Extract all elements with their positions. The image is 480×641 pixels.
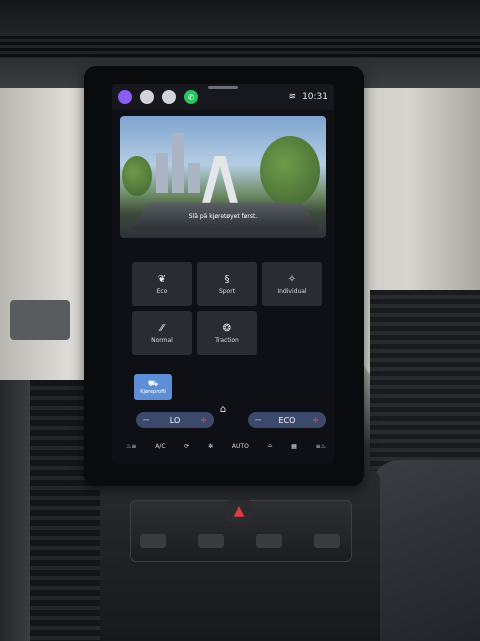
infotainment-screen: ✆ ≋ 10:31 Slå på kjøretøyet først. ❦ Eco <box>112 84 334 464</box>
temp-increase-button[interactable]: + <box>312 415 320 426</box>
drive-mode-label: Normal <box>151 336 173 344</box>
pedal <box>10 300 70 340</box>
driver-leg <box>0 380 30 641</box>
temp-decrease-button[interactable]: − <box>254 415 262 426</box>
clock: 10:31 <box>302 92 328 102</box>
pull-down-handle[interactable] <box>208 86 238 89</box>
building <box>156 153 168 193</box>
fan-icon[interactable]: ✻ <box>208 443 213 450</box>
profile-app-icon[interactable] <box>118 90 132 104</box>
drive-mode-traction[interactable]: ❂ Traction <box>197 311 257 355</box>
passenger-seat <box>370 460 480 641</box>
status-right: ≋ 10:31 <box>289 92 328 102</box>
recirculation-icon[interactable]: ⟳ <box>184 443 189 450</box>
hero-caption: Slå på kjøretøyet først. <box>188 213 258 220</box>
vent-slats <box>0 36 480 58</box>
console-switch-2[interactable] <box>198 534 224 548</box>
drive-mode-label: Traction <box>215 336 239 344</box>
phone-app-icon[interactable]: ✆ <box>184 90 198 104</box>
ac-button[interactable]: A/C <box>155 443 165 450</box>
drive-mode-sport[interactable]: § Sport <box>197 262 257 306</box>
tree <box>122 156 152 196</box>
temp-increase-button[interactable]: + <box>200 415 208 426</box>
circle-app-icon-2[interactable] <box>162 90 176 104</box>
vehicle-hero-image: Slå på kjøretøyet først. <box>120 116 326 238</box>
road-icon: ⁄⁄ <box>160 322 164 334</box>
individual-icon: ✧ <box>287 273 297 285</box>
drive-mode-label: Eco <box>156 287 168 295</box>
console-switch-4[interactable] <box>314 534 340 548</box>
passenger-temp-control: − ECO + <box>248 412 326 428</box>
building <box>172 133 184 193</box>
hazard-button[interactable]: ▲ <box>226 500 252 522</box>
drive-mode-label: Sport <box>218 287 236 295</box>
seat-heat-icon[interactable]: ♨≡ <box>126 443 136 450</box>
console-switch-1[interactable] <box>140 534 166 548</box>
status-bar: ✆ ≋ 10:31 <box>112 84 334 110</box>
drive-mode-grid: ❦ Eco § Sport ✧ Individual ⁄⁄ Normal ❂ T… <box>132 262 322 355</box>
climate-controls: − LO + − ECO + <box>136 412 326 432</box>
traction-icon: ❂ <box>222 322 232 334</box>
sport-icon: § <box>224 273 230 285</box>
drive-mode-label: Individual <box>277 287 307 295</box>
driver-temp-value: LO <box>169 415 181 425</box>
console-switch-row <box>140 530 340 552</box>
hazard-triangle-icon: ▲ <box>233 503 245 519</box>
car-interior-photo: ▲ ✆ ≋ 10:31 Slå på kjøretøyet først. ❦ E… <box>0 0 480 641</box>
connectivity-icon: ≋ <box>288 92 297 102</box>
climate-shortcut-row: ♨≡ A/C ⟳ ✻ AUTO ⌓ ▦ ≡♨ <box>126 436 326 456</box>
front-defrost-icon[interactable]: ⌓ <box>268 442 273 450</box>
drive-mode-individual[interactable]: ✧ Individual <box>262 262 322 306</box>
profile-car-icon: ⛟ <box>147 379 159 388</box>
passenger-temp-value: ECO <box>278 415 296 425</box>
arch-right <box>217 156 239 206</box>
drive-profile-label: Kjøreprofil <box>140 389 166 395</box>
temp-decrease-button[interactable]: − <box>142 415 150 426</box>
drive-profile-button[interactable]: ⛟ Kjøreprofil <box>134 374 172 400</box>
drive-mode-eco[interactable]: ❦ Eco <box>132 262 192 306</box>
leaf-icon: ❦ <box>157 273 167 285</box>
building <box>188 163 200 193</box>
passenger-seat-heat-icon[interactable]: ≡♨ <box>316 443 326 450</box>
drive-mode-normal[interactable]: ⁄⁄ Normal <box>132 311 192 355</box>
tree <box>260 136 320 206</box>
rear-defrost-icon[interactable]: ▦ <box>291 443 297 450</box>
circle-app-icon-1[interactable] <box>140 90 154 104</box>
auto-button[interactable]: AUTO <box>232 443 249 450</box>
driver-temp-control: − LO + <box>136 412 214 428</box>
console-switch-3[interactable] <box>256 534 282 548</box>
